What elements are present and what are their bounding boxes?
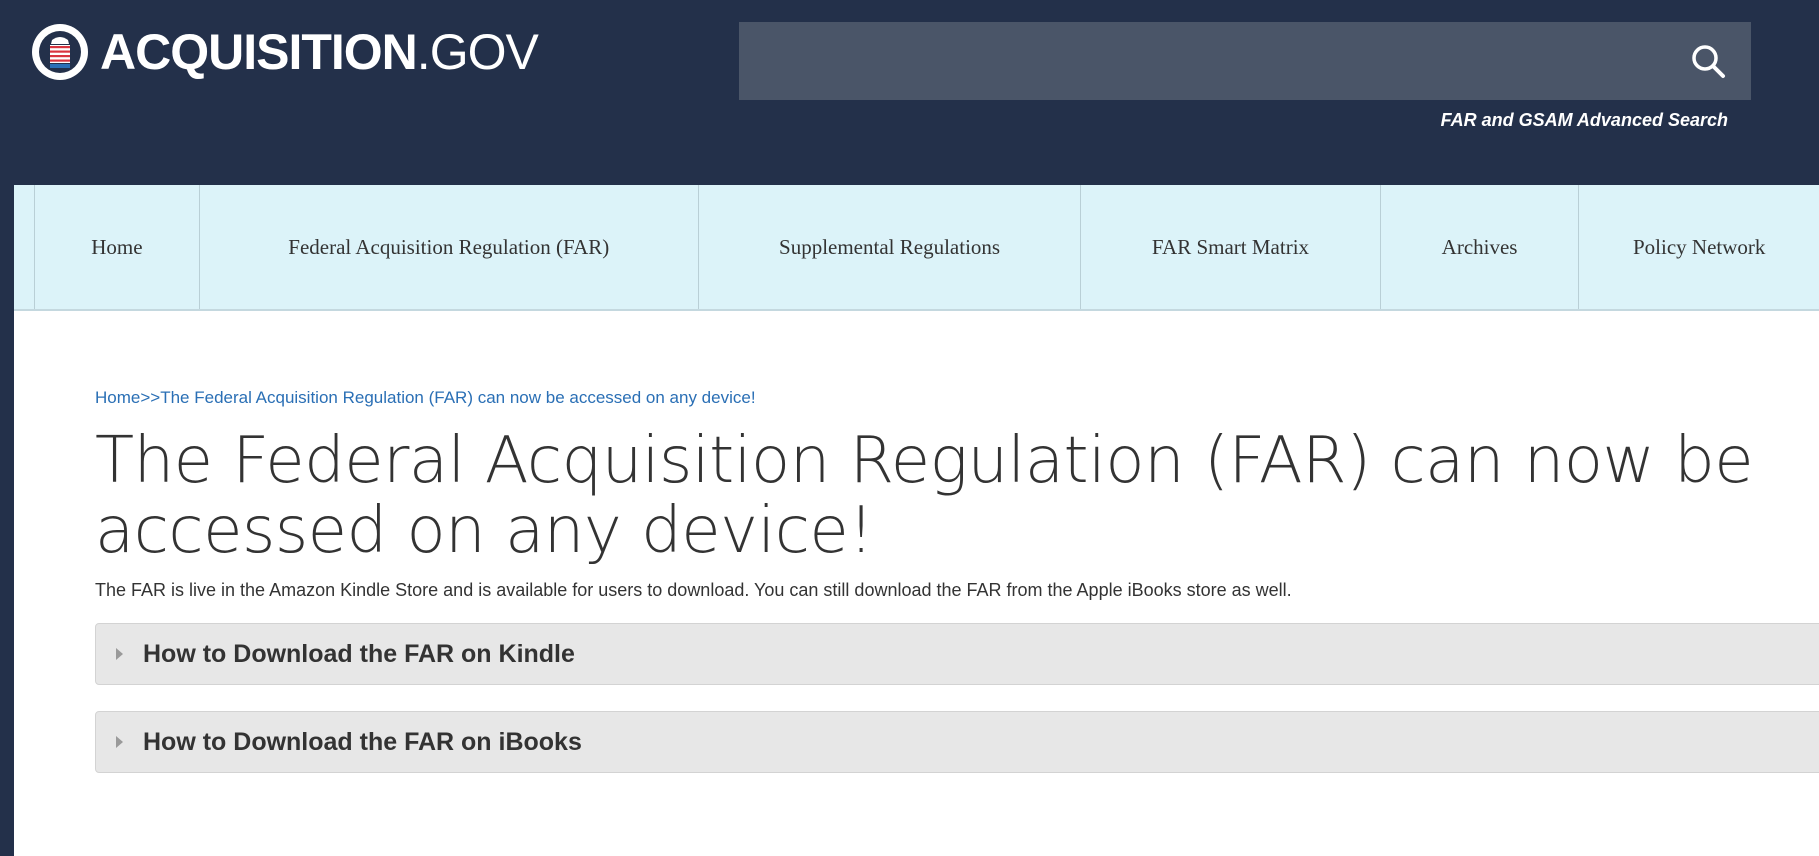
nav-item-far[interactable]: Federal Acquisition Regulation (FAR) [200,185,699,309]
accordion-ibooks[interactable]: How to Download the FAR on iBooks [95,711,1819,773]
breadcrumb: Home>>The Federal Acquisition Regulation… [95,388,1819,408]
nav-item-archives[interactable]: Archives [1381,185,1580,309]
site-logo-link[interactable]: ACQUISITION.GOV [32,20,539,84]
logo-text-thin: .GOV [416,24,539,80]
search-box [739,22,1751,100]
nav-item-policy-network[interactable]: Policy Network [1579,185,1819,309]
breadcrumb-separator: >> [140,388,161,407]
caret-right-icon [116,736,123,748]
search-icon[interactable] [1683,36,1733,86]
page-title: The Federal Acquisition Regulation (FAR)… [95,424,1754,568]
main-nav: Home Federal Acquisition Regulation (FAR… [14,185,1819,311]
nav-item-far-smart-matrix[interactable]: FAR Smart Matrix [1081,185,1381,309]
search-input[interactable] [739,22,1659,100]
advanced-search-link[interactable]: FAR and GSAM Advanced Search [1441,110,1728,131]
site-header: ACQUISITION.GOV FAR and GSAM Advanced Se… [14,0,1819,185]
nav-item-home[interactable]: Home [34,185,200,309]
main-content: Home>>The Federal Acquisition Regulation… [95,388,1819,773]
breadcrumb-home-link[interactable]: Home [95,388,140,407]
page: ACQUISITION.GOV FAR and GSAM Advanced Se… [0,0,1819,856]
accordion-kindle-label: How to Download the FAR on Kindle [143,639,575,668]
site-logo-text: ACQUISITION.GOV [100,24,539,80]
caret-right-icon [116,648,123,660]
nav-item-supplemental-regulations[interactable]: Supplemental Regulations [699,185,1082,309]
accordion-kindle[interactable]: How to Download the FAR on Kindle [95,623,1819,685]
left-edge-bar [0,0,14,856]
gov-seal-icon [32,24,88,80]
accordion-ibooks-label: How to Download the FAR on iBooks [143,727,582,756]
logo-text-bold: ACQUISITION [100,24,418,80]
intro-text: The FAR is live in the Amazon Kindle Sto… [95,580,1292,600]
breadcrumb-current-link[interactable]: The Federal Acquisition Regulation (FAR)… [160,388,755,407]
